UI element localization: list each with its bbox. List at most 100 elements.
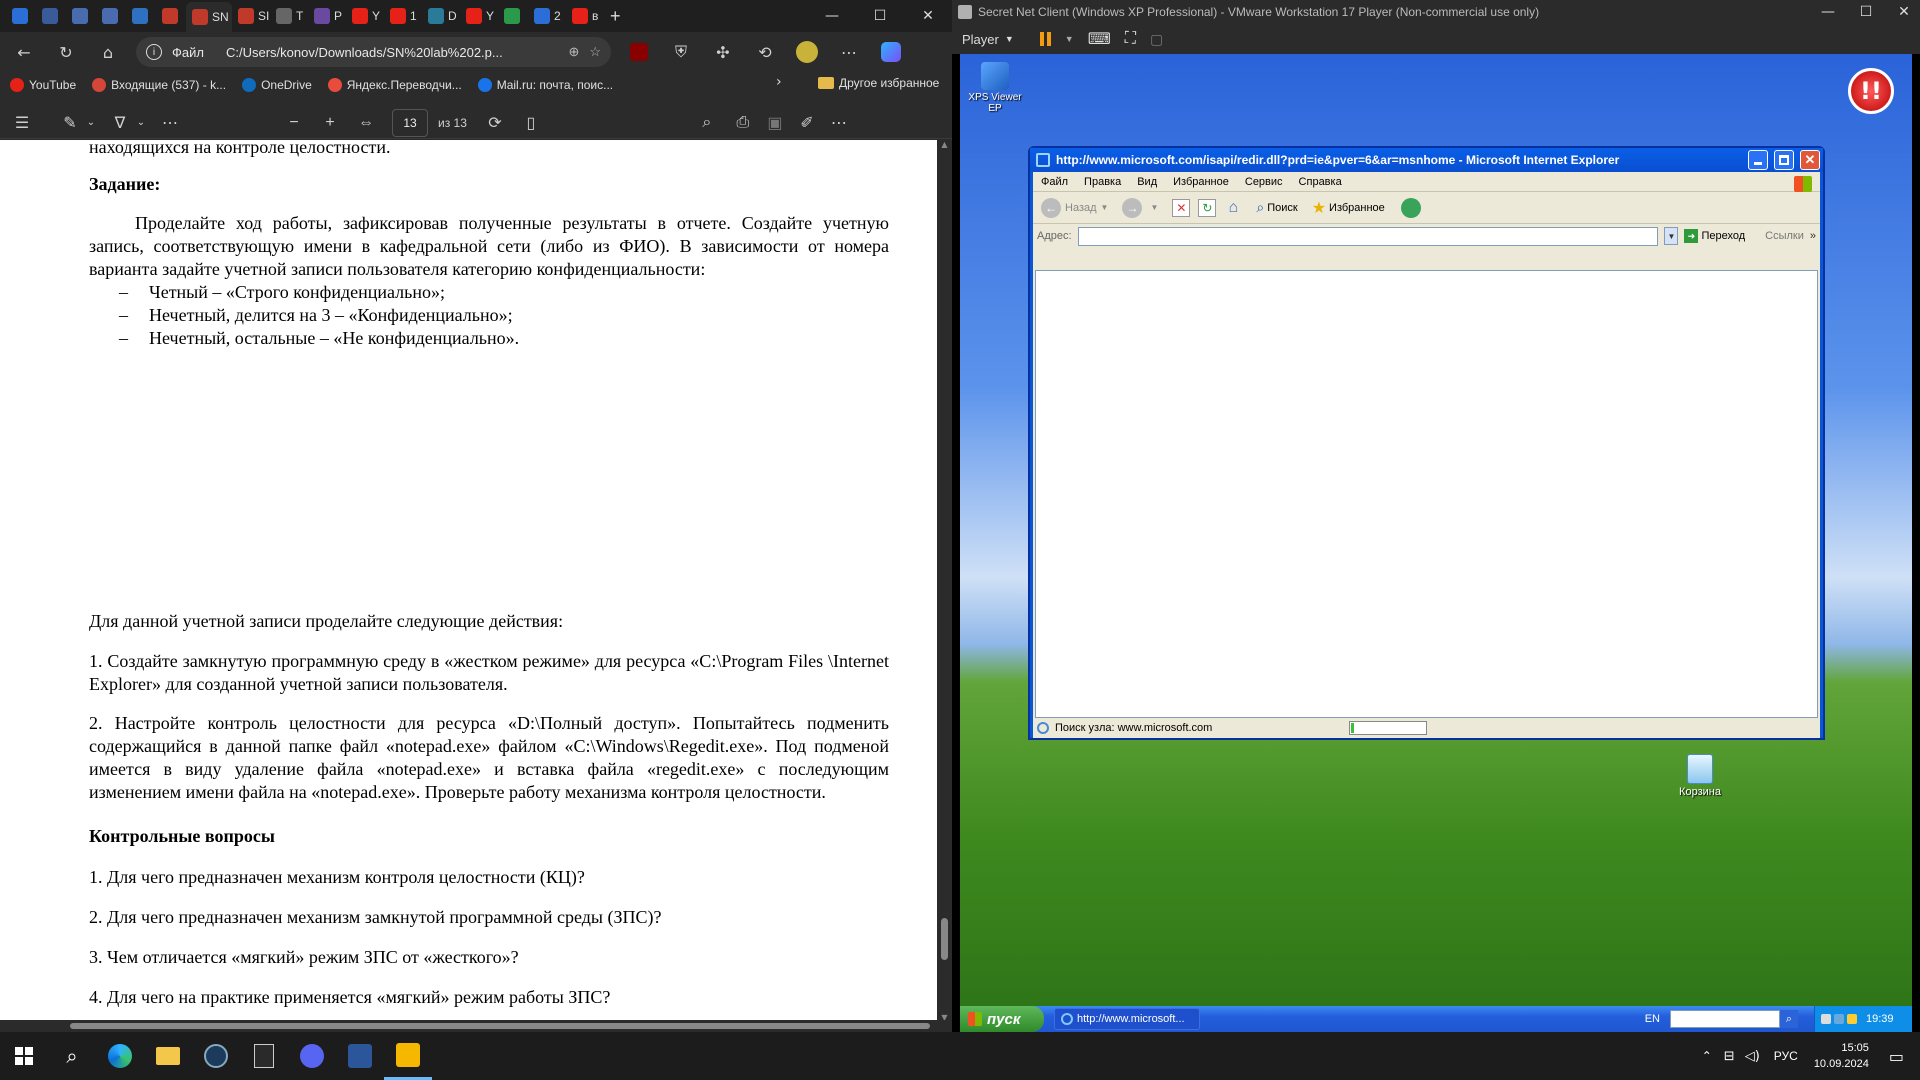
- ie-links-chevron-icon[interactable]: »: [1810, 230, 1816, 242]
- edge-icon[interactable]: [96, 1032, 144, 1080]
- new-tab-button[interactable]: +: [604, 3, 627, 29]
- scrollbar-thumb[interactable]: [941, 918, 948, 960]
- browser-tab[interactable]: P: [308, 3, 346, 29]
- window-minimize-button[interactable]: —: [808, 8, 856, 24]
- browser-tab[interactable]: [96, 3, 126, 29]
- ie-maximize-button[interactable]: [1774, 150, 1794, 170]
- ie-menu-help[interactable]: Справка: [1299, 176, 1342, 188]
- browser-tab[interactable]: SN✕: [186, 2, 232, 32]
- notifications-icon[interactable]: ▭: [1889, 1047, 1904, 1066]
- more-icon[interactable]: ⋯: [835, 38, 863, 66]
- ie-titlebar[interactable]: http://www.microsoft.com/isapi/redir.dll…: [1030, 148, 1823, 172]
- browser-tab[interactable]: D: [422, 3, 460, 29]
- secret-net-alert-icon[interactable]: !!: [1848, 68, 1894, 114]
- draw-icon[interactable]: ∇: [106, 109, 134, 137]
- other-bookmarks[interactable]: Другое избранное: [818, 76, 939, 90]
- page-view-icon[interactable]: ▯: [517, 109, 545, 137]
- extensions-icon[interactable]: ✣: [709, 38, 737, 66]
- more-tools-icon[interactable]: ⋯: [156, 109, 184, 137]
- browser-tab[interactable]: T: [270, 3, 308, 29]
- ie-home-icon[interactable]: ⌂: [1224, 199, 1242, 217]
- ie-media-icon[interactable]: [1400, 197, 1421, 218]
- browser-tab[interactable]: [126, 3, 156, 29]
- epic-games-icon[interactable]: [240, 1032, 288, 1080]
- ie-minimize-button[interactable]: [1748, 150, 1768, 170]
- window-close-button[interactable]: ✕: [904, 8, 952, 24]
- fullscreen-icon[interactable]: ⛶: [1125, 30, 1136, 48]
- zoom-in-icon[interactable]: +: [316, 109, 344, 137]
- highlight-icon[interactable]: ✎: [56, 109, 84, 137]
- ie-menu-favorites[interactable]: Избранное: [1173, 176, 1229, 188]
- ublock-icon[interactable]: [625, 38, 653, 66]
- bookmark-item[interactable]: OneDrive: [242, 78, 312, 92]
- ie-menu-file[interactable]: Файл: [1041, 176, 1068, 188]
- save-icon[interactable]: ▣: [761, 109, 789, 137]
- ie-menu-view[interactable]: Вид: [1137, 176, 1157, 188]
- ie-links[interactable]: Ссылки: [1765, 230, 1804, 242]
- horizontal-scrollbar[interactable]: [0, 1020, 952, 1032]
- print-icon[interactable]: ⎙: [729, 109, 757, 137]
- chevron-down-icon[interactable]: ⌄: [84, 109, 98, 137]
- shield-extension-icon[interactable]: ⛨: [667, 38, 695, 66]
- ie-favorites-button[interactable]: ★ Избранное: [1312, 198, 1385, 218]
- scroll-up-icon[interactable]: ▲: [937, 140, 952, 149]
- bookmark-item[interactable]: YouTube: [10, 78, 76, 92]
- save-as-icon[interactable]: ✐: [793, 109, 821, 137]
- rotate-icon[interactable]: ⟳: [481, 109, 509, 137]
- start-button[interactable]: пуск: [960, 1006, 1044, 1032]
- browser-tab[interactable]: Y: [460, 3, 498, 29]
- refresh-icon[interactable]: ↻: [52, 38, 80, 66]
- star-icon[interactable]: ☆: [589, 44, 601, 60]
- vmware-icon[interactable]: [384, 1032, 432, 1080]
- back-icon[interactable]: ←: [10, 38, 38, 66]
- url-text[interactable]: C:/Users/konov/Downloads/SN%20lab%202.p.…: [226, 45, 558, 60]
- home-icon[interactable]: ⌂: [94, 38, 122, 66]
- pdf-more-icon[interactable]: ⋯: [825, 109, 853, 137]
- network-icon[interactable]: ⊟: [1724, 1049, 1735, 1064]
- language-indicator[interactable]: РУС: [1774, 1049, 1798, 1063]
- unity-icon[interactable]: ▢: [1150, 31, 1163, 48]
- browser-tab[interactable]: [66, 3, 96, 29]
- ie-close-button[interactable]: ✕: [1800, 150, 1820, 170]
- chevron-down-icon[interactable]: ▼: [1065, 34, 1074, 44]
- browser-tab[interactable]: [498, 3, 528, 29]
- browser-tab[interactable]: 1: [384, 3, 422, 29]
- vm-close-button[interactable]: ✕: [1888, 4, 1920, 20]
- tray-icon[interactable]: [1847, 1014, 1857, 1024]
- browser-tab[interactable]: SI: [232, 3, 270, 29]
- fit-page-icon[interactable]: ⇔: [352, 109, 380, 137]
- browser-tab[interactable]: 2: [528, 3, 566, 29]
- history-icon[interactable]: ⟲: [751, 38, 779, 66]
- vm-minimize-button[interactable]: —: [1812, 4, 1844, 20]
- ie-forward-button[interactable]: →: [1122, 197, 1143, 218]
- hscrollbar-thumb[interactable]: [70, 1023, 930, 1029]
- volume-icon[interactable]: ◁): [1745, 1049, 1760, 1064]
- steam-icon[interactable]: [192, 1032, 240, 1080]
- browser-tab[interactable]: [156, 3, 186, 29]
- pause-icon[interactable]: [1039, 32, 1051, 46]
- copilot-icon[interactable]: [877, 38, 905, 66]
- tray-icon[interactable]: [1834, 1014, 1844, 1024]
- profile-avatar[interactable]: [793, 38, 821, 66]
- search-icon[interactable]: ⌕: [48, 1032, 96, 1080]
- tray-chevron-icon[interactable]: ⌃: [1702, 1049, 1712, 1063]
- ie-stop-icon[interactable]: ✕: [1172, 198, 1191, 217]
- ie-content-area[interactable]: [1035, 270, 1818, 718]
- chevron-down-icon[interactable]: ▼: [1150, 203, 1158, 212]
- ie-go-button[interactable]: ➜ Переход: [1684, 229, 1745, 243]
- browser-tab[interactable]: [36, 3, 66, 29]
- contents-icon[interactable]: ☰: [8, 109, 36, 137]
- discord-icon[interactable]: [288, 1032, 336, 1080]
- start-windows-icon[interactable]: [0, 1032, 48, 1080]
- send-ctrl-alt-del-icon[interactable]: ⌨: [1088, 29, 1111, 49]
- zoom-out-icon[interactable]: −: [280, 109, 308, 137]
- ie-refresh-icon[interactable]: ↻: [1198, 198, 1217, 217]
- find-icon[interactable]: ⌕: [693, 109, 721, 137]
- xp-search-icon[interactable]: ⌕: [1780, 1010, 1798, 1028]
- window-maximize-button[interactable]: ☐: [856, 8, 904, 24]
- tray-icon[interactable]: [1821, 1014, 1831, 1024]
- ie-back-button[interactable]: ← Назад ▼: [1041, 197, 1108, 218]
- bookmark-item[interactable]: Входящие (537) - k...: [92, 78, 226, 92]
- ie-address-dropdown-icon[interactable]: ▼: [1664, 227, 1679, 245]
- address-field[interactable]: i Файл C:/Users/konov/Downloads/SN%20lab…: [136, 37, 611, 67]
